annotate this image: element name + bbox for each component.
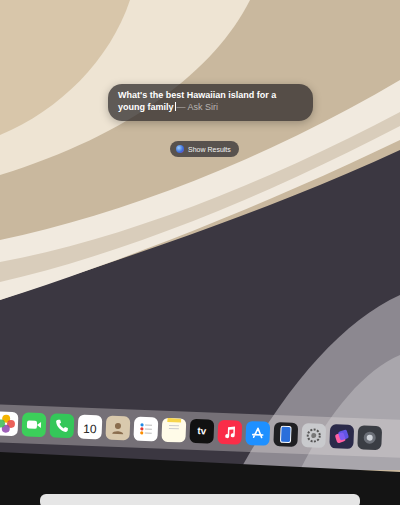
gear-icon	[305, 427, 322, 444]
siri-panel[interactable]: What's the best Hawaiian island for a yo…	[108, 84, 313, 121]
dock-item[interactable]	[0, 411, 18, 436]
dock-item[interactable]	[245, 421, 270, 446]
dock-item[interactable]	[357, 425, 382, 450]
dock-item[interactable]	[161, 418, 186, 443]
app-icon	[361, 429, 378, 446]
music-note-icon	[223, 425, 238, 440]
dock-item[interactable]	[105, 416, 130, 441]
dock-item[interactable]	[273, 422, 298, 447]
dock-item[interactable]: tv	[189, 419, 214, 444]
text-cursor	[175, 102, 176, 111]
person-icon	[111, 421, 126, 436]
dock-item[interactable]: 10	[77, 414, 102, 439]
tv-label: tv	[197, 426, 206, 436]
siri-icon	[176, 145, 184, 153]
camera-icon	[26, 418, 42, 431]
calendar-day: 10	[83, 419, 97, 436]
dock-item[interactable]	[329, 424, 354, 449]
notes-icon	[167, 418, 182, 435]
photos-icon	[0, 412, 17, 435]
dock-item[interactable]	[133, 417, 158, 442]
dock-item[interactable]	[22, 412, 47, 437]
list-icon	[138, 421, 155, 438]
dock-item[interactable]	[301, 423, 326, 448]
show-results-label: Show Results	[188, 146, 231, 153]
shortcuts-icon	[333, 428, 350, 445]
app-store-icon	[251, 426, 266, 441]
siri-hint: — Ask Siri	[177, 102, 219, 112]
iphone-icon	[279, 425, 292, 443]
show-results-button[interactable]: Show Results	[170, 141, 239, 157]
dock-item[interactable]	[49, 413, 74, 438]
dock-item[interactable]	[217, 420, 242, 445]
phone-icon	[55, 419, 70, 434]
desktop: What's the best Hawaiian island for a yo…	[0, 0, 400, 505]
